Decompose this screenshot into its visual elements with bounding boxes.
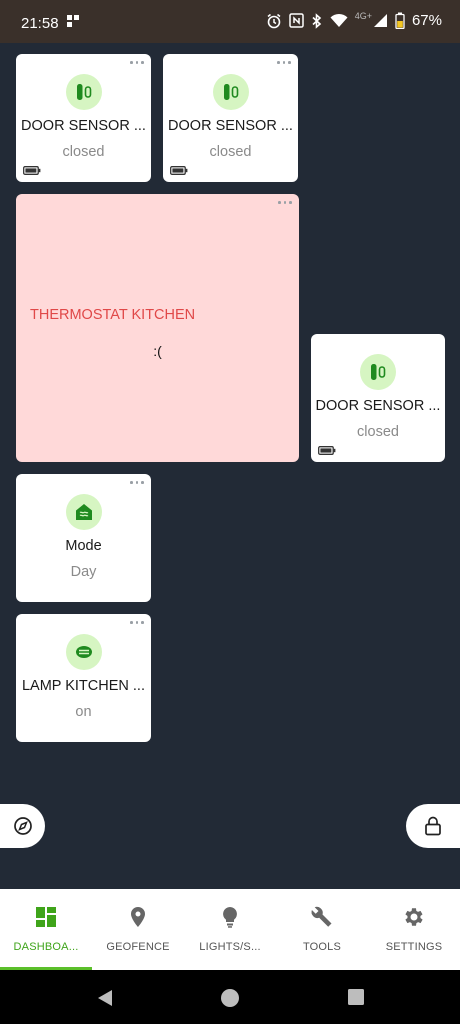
nav-label: DASHBOA... <box>13 941 79 953</box>
alarm-icon <box>267 13 281 28</box>
door-sensor-icon <box>212 74 249 110</box>
tile-menu-icon[interactable] <box>276 57 292 67</box>
tile-value: closed <box>62 144 105 160</box>
door-sensor-tile[interactable]: DOOR SENSOR ... closed <box>163 54 298 182</box>
nav-label: SETTINGS <box>385 941 443 953</box>
bottom-navigation: DASHBOA... GEOFENCE LIGHTS/S... TOOLS SE… <box>0 889 460 970</box>
compass-button[interactable] <box>0 804 45 848</box>
battery-level-icon <box>318 446 336 455</box>
nav-item-dashboard[interactable]: DASHBOA... <box>0 889 92 970</box>
cell-signal-icon <box>373 14 387 27</box>
tile-menu-icon[interactable] <box>129 477 145 487</box>
door-sensor-tile[interactable]: DOOR SENSOR ... closed <box>311 334 445 462</box>
notification-icon <box>67 15 79 27</box>
tile-menu-icon[interactable] <box>277 197 293 207</box>
thermostat-tile[interactable]: THERMOSTAT KITCHEN :( <box>16 194 299 462</box>
lamp-icon <box>65 634 102 670</box>
home-icon[interactable] <box>220 988 240 1008</box>
thermostat-title: THERMOSTAT KITCHEN <box>30 307 196 323</box>
tile-value: closed <box>357 424 399 440</box>
tile-value: on <box>75 704 92 720</box>
tile-title: DOOR SENSOR ... <box>168 118 293 134</box>
mode-tile[interactable]: Mode Day <box>16 474 151 602</box>
battery-percent: 67% <box>411 12 442 29</box>
tile-title: DOOR SENSOR ... <box>315 398 441 414</box>
tile-menu-icon[interactable] <box>129 617 145 627</box>
status-bar: 21:58 4G+ 67% <box>0 0 460 43</box>
lock-icon <box>425 816 441 836</box>
lock-button[interactable] <box>406 804 460 848</box>
nav-label: TOOLS <box>302 941 342 953</box>
tile-title: LAMP KITCHEN ... <box>21 678 145 694</box>
system-navigation-bar <box>0 970 460 1024</box>
nav-item-settings[interactable]: SETTINGS <box>368 889 460 970</box>
door-sensor-icon <box>65 74 102 110</box>
tile-title: DOOR SENSOR ... <box>21 118 146 134</box>
tile-value: closed <box>209 144 252 160</box>
home-mode-icon <box>65 494 102 530</box>
wifi-icon <box>330 13 348 27</box>
light-bulb-icon <box>223 907 237 928</box>
nav-item-tools[interactable]: TOOLS <box>276 889 368 970</box>
tile-title: Mode <box>65 538 102 554</box>
error-message: :( <box>153 343 162 359</box>
nav-item-geofence[interactable]: GEOFENCE <box>92 889 184 970</box>
dashboard-grid: DOOR SENSOR ... closed DOOR SENSOR ... c… <box>0 43 460 889</box>
dashboard-icon <box>36 907 56 927</box>
tile-value: Day <box>70 564 97 580</box>
status-time: 21:58 <box>21 15 59 32</box>
location-pin-icon <box>131 907 145 927</box>
battery-level-icon <box>170 166 188 175</box>
recents-icon[interactable] <box>347 988 365 1006</box>
battery-level-icon <box>23 166 41 175</box>
nav-label: GEOFENCE <box>106 941 170 953</box>
nav-label: LIGHTS/S... <box>199 941 261 953</box>
nfc-icon <box>288 13 304 28</box>
door-sensor-icon <box>360 354 396 390</box>
back-icon[interactable] <box>95 988 115 1008</box>
tile-menu-icon[interactable] <box>129 57 145 67</box>
compass-icon <box>13 817 32 835</box>
door-sensor-tile[interactable]: DOOR SENSOR ... closed <box>16 54 151 182</box>
nav-item-lights[interactable]: LIGHTS/S... <box>184 889 276 970</box>
lamp-tile[interactable]: LAMP KITCHEN ... on <box>16 614 151 742</box>
bluetooth-icon <box>312 12 321 29</box>
gear-icon <box>405 908 423 926</box>
network-label: 4G+ <box>354 10 372 21</box>
wrench-icon <box>311 906 332 927</box>
battery-icon <box>395 12 405 29</box>
